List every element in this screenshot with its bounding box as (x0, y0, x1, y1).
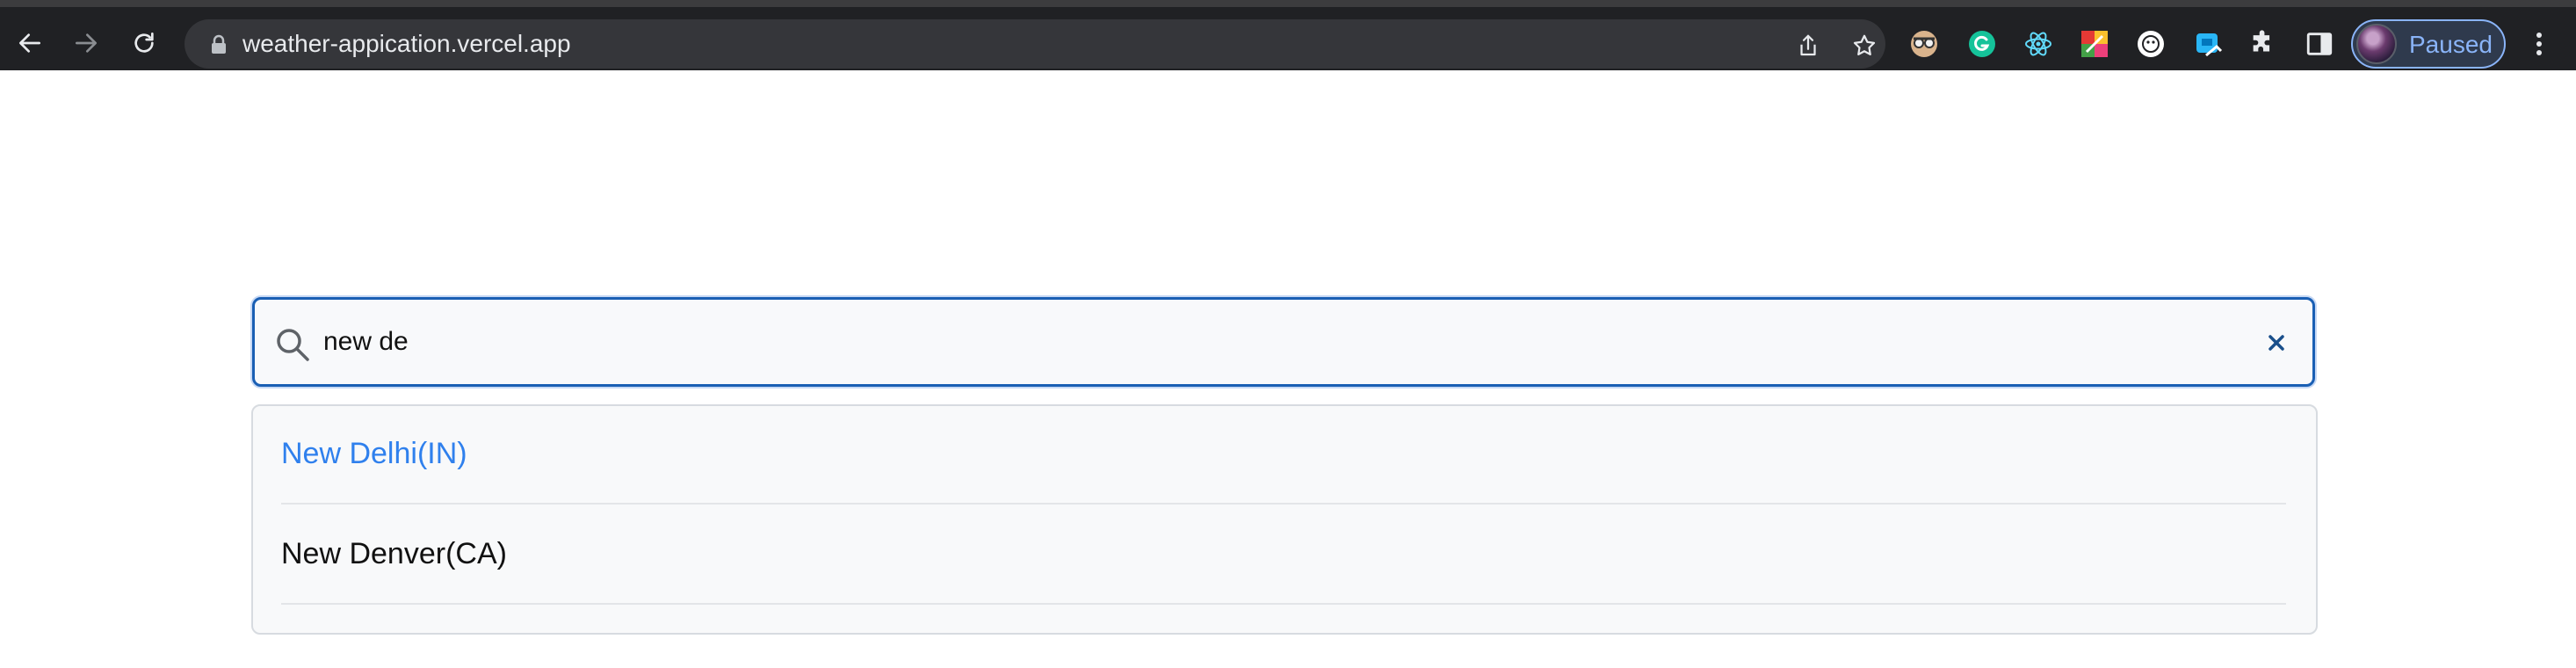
lock-icon[interactable] (209, 34, 228, 55)
search-suggestions-list: New Delhi(IN) New Denver(CA) (251, 404, 2318, 635)
close-icon (2268, 335, 2284, 351)
grammarly-icon (1969, 31, 1995, 57)
session-buddy-icon (2138, 31, 2164, 57)
suggestion-label: New Delhi(IN) (281, 437, 467, 470)
url-text[interactable]: weather-appication.vercel.app (242, 30, 571, 58)
reload-icon (134, 33, 154, 53)
react-devtools-icon (2025, 32, 2051, 56)
share-button[interactable] (1792, 30, 1824, 62)
suggestion-item-new-delhi[interactable]: New Delhi(IN) (281, 406, 2286, 505)
spy-glasses-extension[interactable] (1908, 28, 1940, 60)
forward-button[interactable] (69, 25, 104, 61)
profile-status-label: Paused (2409, 31, 2493, 58)
react-devtools-extension[interactable] (2022, 28, 2054, 60)
grammarly-extension[interactable] (1966, 28, 1998, 60)
color-palette-icon (2081, 31, 2108, 57)
profile-button[interactable]: Paused (2351, 19, 2506, 69)
clear-search-button[interactable] (2263, 330, 2290, 356)
reload-button[interactable] (127, 25, 162, 61)
screen-capture-icon (2196, 33, 2223, 57)
suggestion-item-new-denver[interactable]: New Denver(CA) (281, 506, 2286, 605)
address-bar[interactable]: weather-appication.vercel.app (185, 19, 1885, 69)
share-icon (1800, 34, 1816, 56)
browser-toolbar: weather-appication.vercel.app Paused (0, 0, 2576, 70)
color-palette-extension[interactable] (2079, 28, 2110, 60)
search-icon (277, 329, 309, 361)
side-panel-icon (2306, 33, 2333, 55)
puzzle-icon (2253, 30, 2270, 52)
chrome-menu-button[interactable] (2523, 28, 2555, 60)
star-icon (1853, 34, 1876, 55)
arrow-right-icon (76, 33, 97, 53)
arrow-left-icon (19, 33, 40, 53)
spy-glasses-icon (1911, 31, 1937, 57)
bookmark-button[interactable] (1849, 30, 1880, 62)
session-buddy-extension[interactable] (2135, 28, 2167, 60)
extensions-button[interactable] (2247, 28, 2279, 60)
screen-capture-extension[interactable] (2193, 28, 2225, 60)
city-search-box[interactable] (252, 297, 2315, 387)
side-panel-button[interactable] (2304, 28, 2335, 60)
avatar (2356, 24, 2397, 64)
suggestion-label: New Denver(CA) (281, 537, 507, 570)
city-search-input[interactable] (323, 317, 2221, 367)
more-vert-icon (2536, 33, 2542, 55)
back-button[interactable] (12, 25, 47, 61)
